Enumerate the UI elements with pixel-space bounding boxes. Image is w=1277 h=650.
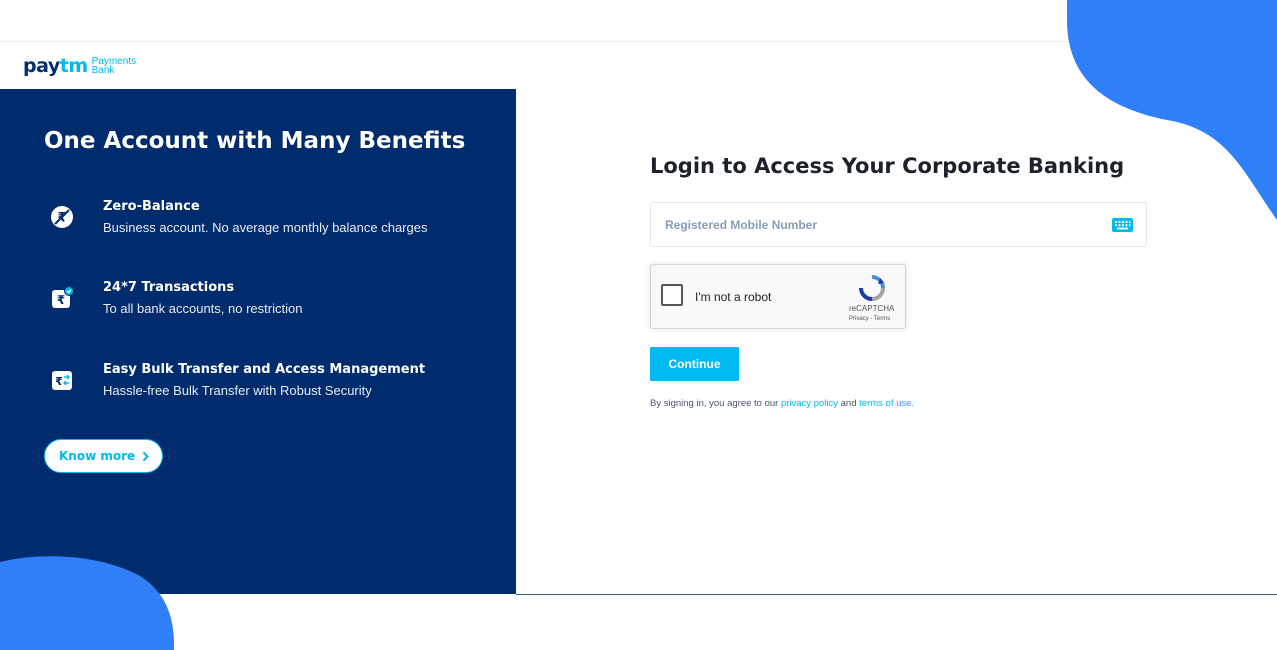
benefits-title: One Account with Many Benefits <box>44 128 466 154</box>
recaptcha-checkbox[interactable] <box>661 284 683 306</box>
terms-of-use-link[interactable]: terms of use. <box>859 398 914 409</box>
agreement-text: By signing in, you agree to our privacy … <box>650 398 914 409</box>
recaptcha-label: I'm not a robot <box>695 290 772 304</box>
recaptcha-terms-link[interactable]: Terms <box>874 316 890 322</box>
logo-wordmark: paytm <box>23 55 88 77</box>
decorative-blob-top-right <box>1067 0 1277 220</box>
know-more-label: Know more <box>59 449 136 463</box>
agreement-middle: and <box>838 398 860 409</box>
benefit-title: Zero-Balance <box>103 199 200 214</box>
agreement-prefix: By signing in, you agree to our <box>650 398 781 409</box>
logo-sub-line2: Bank <box>91 65 115 76</box>
zero-balance-icon: ₹ <box>51 206 73 228</box>
recaptcha-brand: reCAPTCHA <box>849 304 895 313</box>
paytm-payments-bank-logo[interactable]: paytm Payments Bank <box>23 55 136 77</box>
divider-line <box>516 594 1277 595</box>
svg-text:₹: ₹ <box>55 375 63 388</box>
bulk-transfer-icon: ₹ <box>52 371 72 390</box>
logo-subtitle: Payments Bank <box>91 57 136 76</box>
privacy-policy-link[interactable]: privacy policy <box>781 398 838 409</box>
benefit-description: Hassle-free Bulk Transfer with Robust Se… <box>103 383 372 398</box>
benefit-title: 24*7 Transactions <box>103 280 235 295</box>
logo-pay: pay <box>23 55 60 77</box>
benefit-description: To all bank accounts, no restriction <box>103 301 303 316</box>
rupee-transaction-icon: ₹ <box>52 286 74 308</box>
svg-text:₹: ₹ <box>57 293 65 307</box>
logo-tm: tm <box>59 55 88 77</box>
login-title: Login to Access Your Corporate Banking <box>650 154 1125 178</box>
mobile-number-input[interactable] <box>651 203 1105 246</box>
continue-button[interactable]: Continue <box>650 347 739 381</box>
benefit-description: Business account. No average monthly bal… <box>103 220 428 235</box>
recaptcha-logo-icon <box>859 275 885 301</box>
know-more-button[interactable]: Know more <box>44 439 163 473</box>
chevron-right-icon <box>142 451 150 461</box>
recaptcha-links: Privacy - Terms <box>849 316 890 322</box>
benefits-panel: One Account with Many Benefits ₹ Zero-Ba… <box>0 89 516 594</box>
recaptcha-widget: I'm not a robot reCAPTCHA Privacy - Term… <box>650 264 906 329</box>
benefit-title: Easy Bulk Transfer and Access Management <box>103 362 426 377</box>
recaptcha-privacy-link[interactable]: Privacy <box>849 316 869 322</box>
decorative-blob-bottom-left <box>0 556 175 650</box>
